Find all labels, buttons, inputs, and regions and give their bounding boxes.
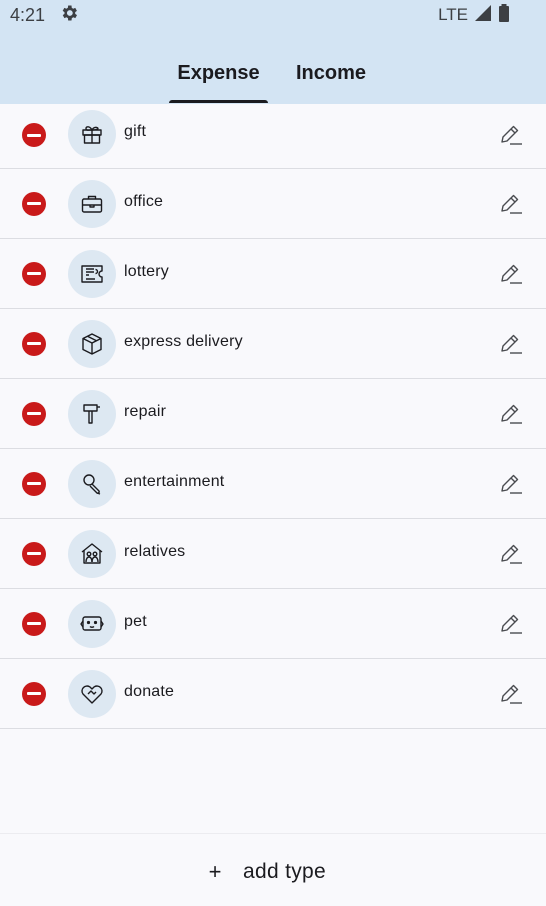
category-label: repair — [124, 402, 167, 420]
briefcase-icon — [68, 179, 116, 228]
list-item: pet — [0, 589, 546, 659]
edit-pencil-icon[interactable] — [498, 401, 524, 427]
microphone-icon — [68, 459, 116, 508]
list-item: donate — [0, 659, 546, 729]
hammer-icon — [68, 389, 116, 438]
top-app-bar: 4:21 LTE Expense Income — [0, 0, 546, 104]
edit-pencil-icon[interactable] — [498, 331, 524, 357]
battery-icon — [498, 3, 510, 27]
edit-pencil-icon[interactable] — [498, 122, 524, 148]
list-item: entertainment — [0, 449, 546, 519]
edit-pencil-icon[interactable] — [498, 681, 524, 707]
delete-icon[interactable] — [22, 401, 46, 426]
lottery-ticket-icon — [68, 249, 116, 298]
gift-icon — [68, 110, 116, 158]
delete-icon[interactable] — [22, 191, 46, 216]
add-type-button[interactable]: + add type — [205, 856, 326, 888]
delete-icon[interactable] — [22, 541, 46, 566]
list-item: lottery — [0, 239, 546, 309]
settings-gear-icon — [59, 3, 79, 28]
status-time: 4:21 — [10, 4, 46, 25]
tab-expense[interactable]: Expense — [169, 62, 268, 85]
delete-icon[interactable] — [22, 331, 46, 356]
list-item: repair — [0, 379, 546, 449]
tab-bar: Expense Income — [0, 52, 546, 104]
category-list: gift office lottery express delivery rep… — [0, 104, 546, 729]
category-label: relatives — [124, 542, 186, 560]
signal-icon — [474, 4, 492, 27]
category-label: pet — [124, 612, 147, 630]
edit-pencil-icon[interactable] — [498, 191, 524, 217]
delete-icon[interactable] — [22, 261, 46, 286]
delete-icon[interactable] — [22, 611, 46, 636]
category-label: office — [124, 192, 164, 210]
delete-icon[interactable] — [22, 471, 46, 496]
category-label: entertainment — [124, 472, 225, 490]
plus-icon: + — [208, 859, 222, 884]
package-icon — [68, 319, 116, 368]
category-label: donate — [124, 682, 175, 700]
edit-pencil-icon[interactable] — [498, 541, 524, 567]
category-label: gift — [124, 123, 147, 140]
bottom-bar: + add type — [0, 833, 546, 906]
edit-pencil-icon[interactable] — [498, 471, 524, 497]
category-label: lottery — [124, 262, 169, 280]
edit-pencil-icon[interactable] — [498, 611, 524, 637]
tab-income[interactable]: Income — [288, 62, 374, 85]
network-type: LTE — [438, 5, 468, 24]
edit-pencil-icon[interactable] — [498, 261, 524, 287]
pet-face-icon — [68, 599, 116, 648]
tab-selected-indicator — [169, 100, 268, 103]
delete-icon[interactable] — [22, 123, 46, 147]
list-item: relatives — [0, 519, 546, 589]
add-type-label: add type — [243, 860, 326, 883]
heart-hand-icon — [68, 669, 116, 718]
list-item: gift — [0, 104, 546, 169]
family-house-icon — [68, 529, 116, 578]
status-bar: 4:21 LTE — [0, 0, 546, 30]
delete-icon[interactable] — [22, 681, 46, 706]
list-item: office — [0, 169, 546, 239]
list-item: express delivery — [0, 309, 546, 379]
category-label: express delivery — [124, 332, 243, 350]
